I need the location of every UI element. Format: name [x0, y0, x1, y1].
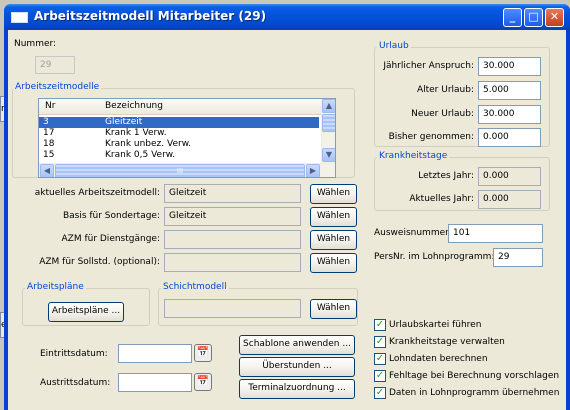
jaehrlicher-anspruch-label: Jährlicher Anspruch: [383, 61, 474, 71]
cell-nr: 18 [43, 139, 55, 149]
list-item[interactable]: 3 Gleitzeit [39, 117, 319, 128]
maximize-button[interactable]: □ [524, 8, 543, 27]
ausweisnummer-label: Ausweisnummer: [374, 228, 452, 238]
checkbox-label: Daten in Lohnprogramm übernehmen [389, 388, 560, 398]
calendar-icon[interactable]: 📅 [194, 373, 212, 391]
scroll-down-button[interactable]: ▼ [322, 148, 335, 162]
ueberstunden-button[interactable]: Überstunden ... [239, 357, 355, 377]
scroll-up-button[interactable]: ▲ [322, 99, 335, 113]
alter-urlaub-label: Alter Urlaub: [416, 85, 474, 95]
aktuelles-azm-field: Gleitzeit [164, 184, 301, 203]
title-bar[interactable]: Arbeitszeitmodell Mitarbeiter (29) _ □ ✕ [4, 4, 570, 30]
calendar-icon[interactable]: 📅 [194, 344, 212, 362]
waehlen-azm-sollstd-button[interactable]: Wählen [310, 253, 357, 273]
arbeitsplaene-title: Arbeitspläne [25, 282, 86, 292]
basis-sondertage-field: Gleitzeit [164, 207, 301, 226]
azm-sollstd-label: AZM für Sollstd. (optional): [39, 257, 160, 267]
checkbox-label: Fehltage bei Berechnung vorschlagen [389, 371, 560, 381]
window-icon [11, 12, 28, 23]
scroll-left-button[interactable]: ◀ [40, 164, 54, 177]
checkbox-fehltage[interactable]: ✓ Fehltage bei Berechnung vorschlagen [374, 370, 559, 384]
list-item[interactable]: 17 Krank 1 Verw. [39, 128, 319, 139]
dialog-body: Nummer: 29 Arbeitszeitmodelle Nr Bezeich… [8, 30, 566, 410]
eintrittsdatum-input[interactable] [118, 344, 192, 363]
waehlen-basis-sondertage-button[interactable]: Wählen [310, 207, 357, 227]
checkbox-box[interactable]: ✓ [374, 353, 386, 365]
cell-bezeichnung: Krank unbez. Verw. [105, 139, 192, 149]
ausweisnummer-input[interactable]: 101 [448, 224, 543, 243]
window-title: Arbeitszeitmodell Mitarbeiter (29) [34, 9, 267, 23]
basis-sondertage-label: Basis für Sondertage: [62, 211, 160, 221]
arbeitszeitmodelle-list[interactable]: Nr Bezeichnung 3 Gleitzeit 17 Krank 1 Ve… [38, 98, 336, 178]
schichtmodell-title: Schichtmodell [161, 282, 229, 292]
checkbox-box[interactable]: ✓ [374, 370, 386, 382]
letztes-jahr-field: 0.000 [478, 167, 541, 186]
schablone-anwenden-button[interactable]: Schablone anwenden ... [239, 335, 355, 355]
checkbox-box[interactable]: ✓ [374, 336, 386, 348]
scroll-thumb-horizontal[interactable]: III [55, 164, 305, 177]
cell-nr: 17 [43, 128, 55, 138]
checkbox-urlaubskartei[interactable]: ✓ Urlaubskartei führen [374, 319, 549, 333]
checkbox-box[interactable]: ✓ [374, 319, 386, 331]
arbeitszeitmodelle-title: Arbeitszeitmodelle [13, 82, 102, 92]
jaehrlicher-anspruch-input[interactable]: 30.000 [478, 57, 541, 76]
waehlen-aktuelles-azm-button[interactable]: Wählen [310, 184, 357, 204]
terminalzuordnung-button[interactable]: Terminalzuordnung ... [239, 379, 355, 399]
aktuelles-jahr-field: 0.000 [478, 190, 541, 209]
krankheitstage-title: Krankheitstage [377, 151, 450, 161]
urlaub-title: Urlaub [377, 41, 411, 51]
waehlen-azm-dienstgaenge-button[interactable]: Wählen [310, 230, 357, 250]
column-header-bezeichnung[interactable]: Bezeichnung [105, 101, 163, 111]
letztes-jahr-label: Letztes Jahr: [418, 171, 474, 181]
azm-dienstgaenge-label: AZM für Dienstgänge: [61, 234, 161, 244]
bisher-genommen-label: Bisher genommen: [388, 132, 474, 142]
cell-nr: 3 [43, 117, 49, 127]
cell-bezeichnung: Krank 1 Verw. [105, 128, 167, 138]
checkbox-box[interactable]: ✓ [374, 387, 386, 399]
horizontal-scrollbar[interactable]: ◀ III ▶ [39, 163, 335, 177]
cell-bezeichnung: Gleitzeit [105, 117, 143, 127]
persnr-label: PersNr. im Lohnprogramm: [374, 252, 495, 262]
austrittsdatum-input[interactable] [118, 373, 192, 392]
neuer-urlaub-label: Neuer Urlaub: [411, 109, 474, 119]
nummer-label: Nummer: [14, 39, 57, 49]
bisher-genommen-input[interactable]: 0.000 [478, 128, 541, 147]
list-item[interactable]: 18 Krank unbez. Verw. [39, 139, 319, 150]
list-item[interactable]: 15 Krank 0,5 Verw. [39, 150, 319, 161]
eintrittsdatum-label: Eintrittsdatum: [40, 349, 108, 359]
checkbox-label: Krankheitstage verwalten [389, 337, 505, 347]
close-button[interactable]: ✕ [545, 8, 564, 27]
neuer-urlaub-input[interactable]: 30.000 [478, 105, 541, 124]
schichtmodell-field [164, 299, 301, 318]
arbeitsplaene-button[interactable]: Arbeitspläne ... [48, 302, 124, 322]
checkbox-lohnprogramm[interactable]: ✓ Daten in Lohnprogramm übernehmen [374, 387, 559, 401]
checkbox-label: Lohndaten berechnen [389, 354, 488, 364]
column-header-nr[interactable]: Nr [45, 101, 55, 111]
scroll-thumb[interactable] [322, 114, 335, 132]
persnr-input[interactable]: 29 [493, 248, 543, 267]
checkbox-lohndaten[interactable]: ✓ Lohndaten berechnen [374, 353, 549, 367]
scroll-grip: III [176, 167, 184, 175]
minimize-button[interactable]: _ [503, 8, 522, 27]
aktuelles-azm-label: aktuelles Arbeitszeitmodell: [34, 188, 160, 198]
list-header: Nr Bezeichnung [39, 99, 335, 115]
aktuelles-jahr-label: Aktuelles Jahr: [409, 194, 474, 204]
dialog-window: Arbeitszeitmodell Mitarbeiter (29) _ □ ✕… [4, 4, 570, 410]
checkbox-label: Urlaubskartei führen [389, 320, 482, 330]
cell-nr: 15 [43, 150, 55, 160]
alter-urlaub-input[interactable]: 5.000 [478, 81, 541, 100]
scroll-right-button[interactable]: ▶ [306, 164, 320, 177]
checkbox-krankheitstage[interactable]: ✓ Krankheitstage verwalten [374, 336, 549, 350]
waehlen-schichtmodell-button[interactable]: Wählen [310, 299, 357, 319]
nummer-field: 29 [35, 56, 75, 74]
vertical-scrollbar[interactable]: ▲ ▼ [321, 99, 335, 163]
austrittsdatum-label: Austrittsdatum: [40, 378, 111, 388]
azm-dienstgaenge-field [164, 230, 301, 249]
azm-sollstd-field [164, 253, 301, 272]
cell-bezeichnung: Krank 0,5 Verw. [105, 150, 176, 160]
